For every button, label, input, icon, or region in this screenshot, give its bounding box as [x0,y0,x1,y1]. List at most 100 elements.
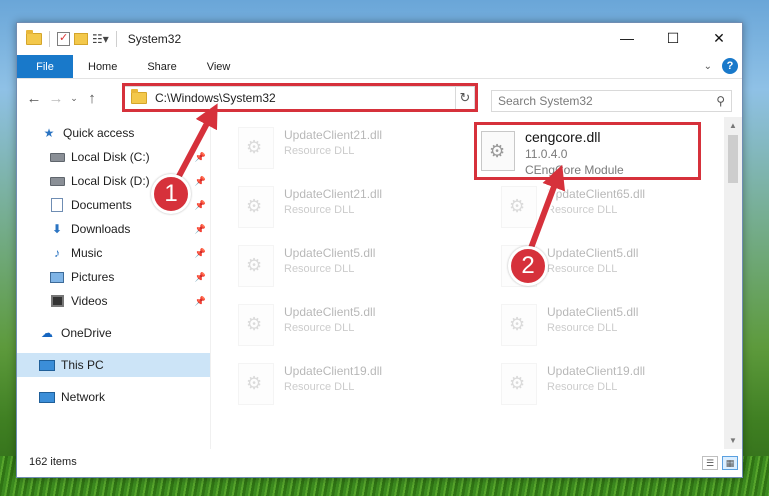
help-icon[interactable]: ? [722,58,738,74]
tab-home[interactable]: Home [73,55,132,78]
network-icon [39,390,55,404]
file-type: Resource DLL [547,263,618,275]
step-1-badge: 1 [151,174,191,214]
vertical-scrollbar[interactable]: ▲ ▼ [724,117,742,449]
navigation-pane: ★ Quick access Local Disk (C:) 📌 Local D… [17,117,211,449]
file-item[interactable]: UpdateClient19.dll Resource DLL [212,359,438,409]
onedrive-icon: ☁ [41,326,53,340]
pin-icon[interactable]: 📌 [195,272,206,283]
back-arrow-icon[interactable]: ← [23,90,45,107]
forward-arrow-icon[interactable]: → [45,90,67,107]
tab-view[interactable]: View [192,55,246,78]
sidebar-item-music[interactable]: ♪ Music 📌 [17,241,210,265]
pictures-icon [49,270,65,284]
search-icon[interactable]: ⚲ [716,94,725,108]
properties-icon[interactable] [57,31,70,46]
dll-file-icon [238,304,274,346]
dll-file-icon [501,304,537,346]
music-icon: ♪ [54,246,60,260]
tab-file[interactable]: File [17,55,73,78]
pin-icon[interactable]: 📌 [195,176,206,187]
drive-icon [49,174,65,188]
pin-icon[interactable]: 📌 [195,224,206,235]
folder-icon [26,30,42,45]
file-list: UpdateClient21.dll Resource DLL UpdateCli… [212,117,724,449]
videos-icon [49,294,65,308]
main-area: ★ Quick access Local Disk (C:) 📌 Local D… [17,117,742,449]
dll-file-icon [238,363,274,405]
details-view-icon[interactable]: ☰ [702,456,718,470]
sidebar-item-label: OneDrive [61,326,112,340]
sidebar-item-label: Local Disk (D:) [71,174,150,188]
pin-icon[interactable]: 📌 [195,152,206,163]
dll-file-icon [501,363,537,405]
file-name: UpdateClient5.dll [547,246,639,260]
new-folder-icon[interactable] [74,33,88,45]
download-icon: ⬇ [51,222,63,236]
customize-toolbar-icon[interactable]: ☷▾ [92,32,109,46]
file-explorer-window: ☷▾ System32 — ☐ ✕ File Home Share View ⌄… [16,22,743,478]
pin-icon[interactable]: 📌 [195,248,206,259]
minimize-button[interactable]: — [604,23,650,53]
sidebar-item-local-disk-c[interactable]: Local Disk (C:) 📌 [17,145,210,169]
ribbon-right-controls: ⌄ ? [704,58,738,74]
file-item[interactable]: UpdateClient5.dll Resource DLL [475,300,701,350]
sidebar-item-label: Pictures [71,270,115,284]
up-arrow-icon[interactable]: ↑ [81,90,103,107]
document-icon [49,198,65,212]
sidebar-item-quick-access[interactable]: ★ Quick access [17,121,210,145]
item-count: 162 items [29,456,77,468]
sidebar-item-downloads[interactable]: ⬇ Downloads 📌 [17,217,210,241]
step-2-badge: 2 [508,246,548,286]
sidebar-item-network[interactable]: Network [17,385,210,409]
dll-file-icon [501,186,537,228]
expand-ribbon-icon[interactable]: ⌄ [704,61,712,72]
scroll-up-icon[interactable]: ▲ [724,117,742,134]
address-row: ← → ⌄ ↑ C:\Windows\System32 ⌄ ↻ ⚲ [17,79,742,117]
file-item[interactable]: UpdateClient21.dll Resource DLL [212,123,438,173]
file-name: UpdateClient21.dll [284,128,383,142]
dll-file-icon [238,127,274,169]
pin-icon[interactable]: 📌 [195,200,206,211]
file-type: Resource DLL [547,381,618,393]
scrollbar-thumb[interactable] [728,135,738,183]
sidebar-item-this-pc[interactable]: This PC [17,353,210,377]
toolbar-divider [115,31,117,47]
file-name: UpdateClient21.dll [284,187,383,201]
search-box[interactable]: ⚲ [491,90,732,112]
status-bar: 162 items ☰ ▦ [17,447,742,477]
dll-file-icon [238,245,274,287]
file-type: Resource DLL [284,145,355,157]
address-bar-highlight [122,83,478,112]
recent-locations-chevron-icon[interactable]: ⌄ [67,93,81,104]
sidebar-item-label: Music [71,246,103,260]
file-item[interactable]: UpdateClient65.dll Resource DLL [475,182,701,232]
maximize-button[interactable]: ☐ [650,23,696,53]
file-name: UpdateClient65.dll [547,187,646,201]
sidebar-item-label: Quick access [63,126,135,140]
close-button[interactable]: ✕ [696,23,742,53]
dll-file-icon [238,186,274,228]
file-item[interactable]: UpdateClient21.dll Resource DLL [212,182,438,232]
tab-share[interactable]: Share [132,55,191,78]
file-type: Resource DLL [284,381,355,393]
file-type: Resource DLL [547,322,618,334]
view-buttons: ☰ ▦ [702,456,738,470]
sidebar-item-label: Videos [71,294,108,308]
file-item[interactable]: UpdateClient5.dll Resource DLL [212,241,438,291]
pin-icon[interactable]: 📌 [195,296,206,307]
file-item[interactable]: UpdateClient19.dll Resource DLL [475,359,701,409]
file-type: Resource DLL [284,263,355,275]
file-name: UpdateClient19.dll [547,364,646,378]
tiles-view-icon[interactable]: ▦ [722,456,738,470]
ribbon-tabs: File Home Share View ⌄ ? [17,55,742,79]
file-item[interactable]: UpdateClient5.dll Resource DLL [212,300,438,350]
file-type: Resource DLL [284,322,355,334]
sidebar-item-videos[interactable]: Videos 📌 [17,289,210,313]
sidebar-item-pictures[interactable]: Pictures 📌 [17,265,210,289]
star-icon: ★ [43,126,55,140]
sidebar-item-onedrive[interactable]: ☁ OneDrive [17,321,210,345]
search-input[interactable] [498,94,698,108]
file-type: Resource DLL [284,204,355,216]
title-bar: ☷▾ System32 — ☐ ✕ [17,23,742,55]
